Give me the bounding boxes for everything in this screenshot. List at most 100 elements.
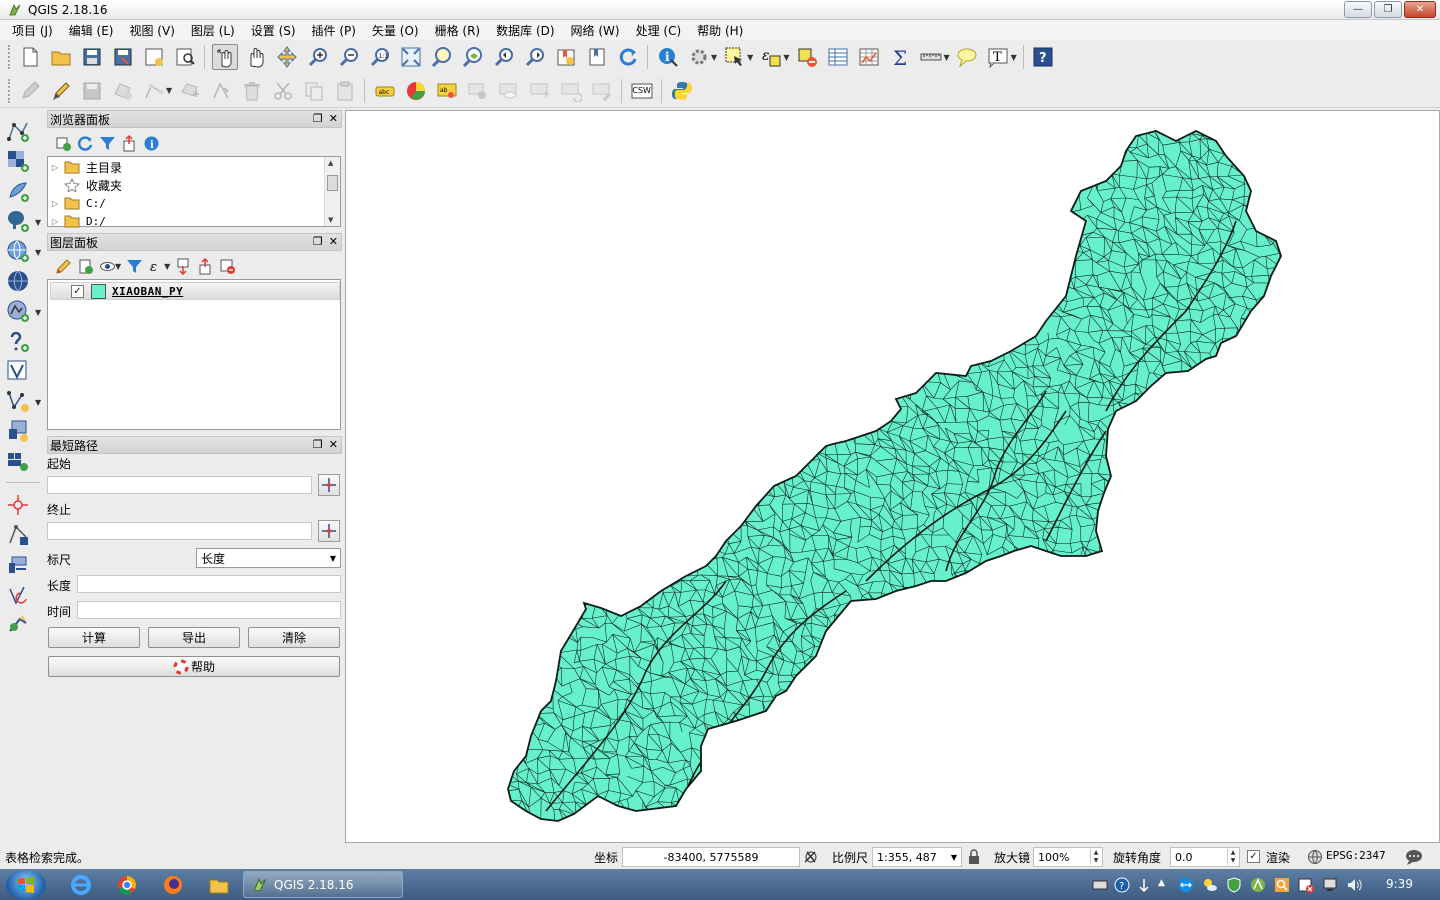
- zoom-to-selection-icon[interactable]: [429, 44, 455, 70]
- python-console-icon[interactable]: [669, 78, 695, 104]
- zoom-native-icon[interactable]: 1:1: [367, 44, 393, 70]
- help-contents-icon[interactable]: ?: [1030, 44, 1056, 70]
- menu-plugins[interactable]: 插件 (P): [304, 22, 364, 39]
- keyboard-icon[interactable]: [1092, 877, 1108, 893]
- georeferencer-icon[interactable]: [4, 522, 32, 548]
- change-label-icon[interactable]: [589, 78, 615, 104]
- network-icon[interactable]: [1322, 877, 1338, 893]
- export-button[interactable]: 导出: [148, 627, 240, 648]
- menu-settings[interactable]: 设置 (S): [243, 22, 304, 39]
- enable-properties-icon[interactable]: i: [140, 132, 162, 154]
- rotation-spinbox[interactable]: 0.0 ▲ ▼: [1170, 847, 1240, 867]
- browser-item-d-drive[interactable]: ▷ D:/: [48, 212, 106, 230]
- save-layer-edits-icon[interactable]: [79, 78, 105, 104]
- close-panel-icon[interactable]: ✕: [329, 438, 338, 451]
- browser-item-home[interactable]: ▷ 主目录: [48, 158, 122, 176]
- add-feature-icon[interactable]: [110, 78, 136, 104]
- open-attribute-table-icon[interactable]: [825, 44, 851, 70]
- select-features-icon[interactable]: [722, 44, 748, 70]
- clear-button[interactable]: 清除: [248, 627, 340, 648]
- copy-features-icon[interactable]: [301, 78, 327, 104]
- shortest-path-start-icon[interactable]: [4, 492, 32, 518]
- weather-icon[interactable]: [1202, 877, 1218, 893]
- add-spatialite-layer-icon[interactable]: [4, 178, 32, 204]
- move-feature-icon[interactable]: [177, 78, 203, 104]
- zoom-to-layer-icon[interactable]: [460, 44, 486, 70]
- search-tray-icon[interactable]: [1274, 877, 1290, 893]
- teamviewer-icon[interactable]: [1178, 877, 1194, 893]
- current-edits-icon[interactable]: [17, 78, 43, 104]
- criterion-select[interactable]: 长度 ▼: [196, 548, 341, 568]
- render-checkbox[interactable]: ✓: [1247, 850, 1260, 863]
- pin-labels-icon[interactable]: ab: [434, 78, 460, 104]
- pan-map-icon[interactable]: [243, 44, 269, 70]
- magnifier-spinbox[interactable]: 100% ▲ ▼: [1033, 847, 1103, 867]
- open-field-calculator-icon[interactable]: [856, 44, 882, 70]
- taskbar-qgis-button[interactable]: QGIS 2.18.16: [243, 871, 403, 898]
- zoom-out-icon[interactable]: [336, 44, 362, 70]
- add-vector-layer-icon[interactable]: [4, 118, 32, 144]
- file-explorer-icon[interactable]: [208, 874, 230, 896]
- start-button[interactable]: [6, 870, 46, 900]
- time-output-field[interactable]: [77, 601, 341, 619]
- show-hide-labels-icon[interactable]: [496, 78, 522, 104]
- show-hidden-icons-icon[interactable]: ▲: [1158, 878, 1165, 888]
- alert-tray-icon[interactable]: [1298, 877, 1314, 893]
- pick-end-button[interactable]: [318, 520, 340, 542]
- highlight-pinned-labels-icon[interactable]: [465, 78, 491, 104]
- menu-database[interactable]: 数据库 (D): [488, 22, 562, 39]
- collapse-all-icon[interactable]: [118, 132, 140, 154]
- menu-web[interactable]: 网络 (W): [563, 22, 628, 39]
- identify-features-icon[interactable]: i: [655, 44, 681, 70]
- projection-globe-icon[interactable]: [1307, 849, 1323, 865]
- undock-icon[interactable]: ❐: [313, 235, 323, 248]
- text-annotation-icon[interactable]: T: [985, 44, 1011, 70]
- menu-raster[interactable]: 栅格 (R): [427, 22, 489, 39]
- close-button[interactable]: ✕: [1404, 1, 1436, 18]
- browser-scrollbar[interactable]: ▲ ▼: [324, 157, 340, 226]
- pick-start-button[interactable]: [318, 474, 340, 496]
- input-method-icon[interactable]: [1136, 877, 1152, 893]
- layer-item[interactable]: ✓ XIAOBAN_PY: [50, 282, 340, 300]
- menu-project[interactable]: 项目 (J): [4, 22, 61, 39]
- cut-features-icon[interactable]: [270, 78, 296, 104]
- add-delimited-text-icon[interactable]: [4, 328, 32, 354]
- help-button[interactable]: 帮助: [48, 656, 340, 677]
- add-wcs-layer-icon[interactable]: [4, 268, 32, 294]
- menu-view[interactable]: 视图 (V): [121, 22, 182, 39]
- save-project-icon[interactable]: [79, 44, 105, 70]
- save-as-icon[interactable]: [110, 44, 136, 70]
- lock-icon[interactable]: [967, 849, 981, 865]
- refresh-browser-icon[interactable]: [74, 132, 96, 154]
- node-edit-icon[interactable]: [208, 78, 234, 104]
- expand-all-icon[interactable]: [172, 255, 194, 277]
- new-bookmark-icon[interactable]: [553, 44, 579, 70]
- new-project-icon[interactable]: [17, 44, 43, 70]
- paste-features-icon[interactable]: [332, 78, 358, 104]
- close-panel-icon[interactable]: ✕: [329, 235, 338, 248]
- refresh-icon[interactable]: [615, 44, 641, 70]
- add-virtual-layer-icon[interactable]: [4, 358, 32, 384]
- menu-edit[interactable]: 编辑 (E): [61, 22, 122, 39]
- end-point-field[interactable]: [47, 522, 312, 540]
- add-wms-layer-icon[interactable]: [4, 238, 32, 264]
- zoom-last-icon[interactable]: [491, 44, 517, 70]
- add-wfs-layer-icon[interactable]: [4, 298, 32, 324]
- map-tips-icon[interactable]: [954, 44, 980, 70]
- scale-combo[interactable]: 1:355, 487 ▼: [872, 847, 962, 867]
- menu-help[interactable]: 帮助 (H): [689, 22, 751, 39]
- zoom-full-icon[interactable]: [398, 44, 424, 70]
- statistical-summary-icon[interactable]: Σ: [887, 44, 913, 70]
- minimize-button[interactable]: —: [1344, 1, 1372, 18]
- delete-selected-icon[interactable]: [239, 78, 265, 104]
- add-group-icon[interactable]: [74, 255, 96, 277]
- filter-legend-icon[interactable]: [123, 255, 145, 277]
- pan-to-selection-icon[interactable]: [274, 44, 300, 70]
- topology-checker-icon[interactable]: [4, 582, 32, 608]
- firefox-icon[interactable]: [162, 874, 184, 896]
- csw-icon[interactable]: CSW: [629, 78, 655, 104]
- layer-visibility-checkbox[interactable]: ✓: [71, 284, 84, 298]
- chrome-icon[interactable]: [116, 874, 138, 896]
- oracle-layer-icon[interactable]: [4, 552, 32, 578]
- node-tool-icon[interactable]: [141, 78, 167, 104]
